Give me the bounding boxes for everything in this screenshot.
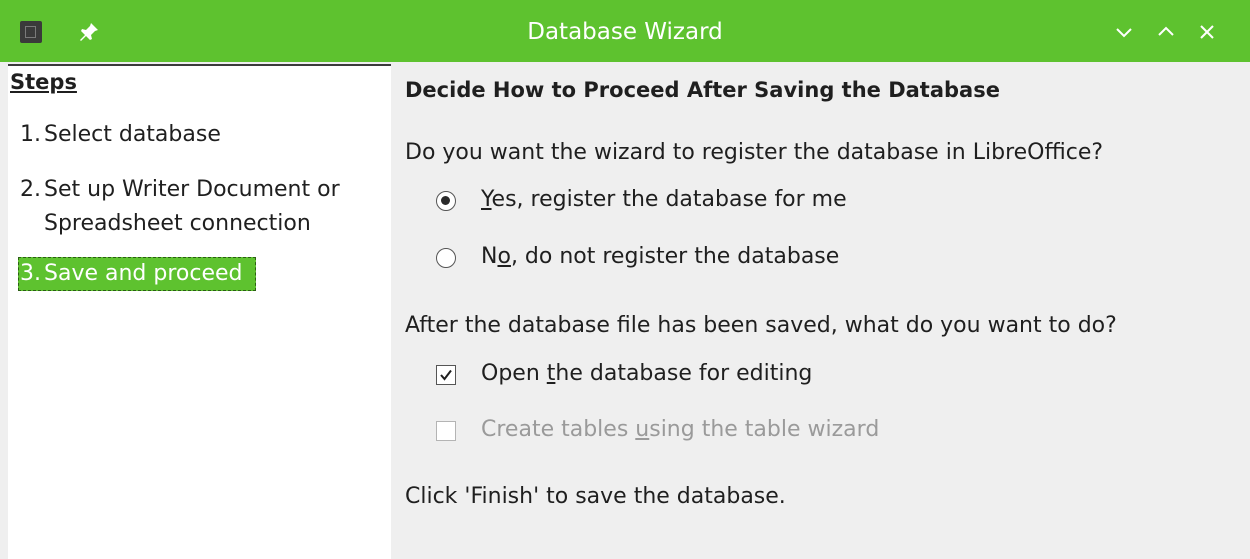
steps-title: Steps [10,70,77,94]
maximize-icon[interactable] [1154,20,1178,44]
register-question: Do you want the wizard to register the d… [405,140,1104,165]
minimize-icon[interactable] [1112,20,1136,44]
step-label: Save and proceed [44,261,243,286]
step-save-and-proceed[interactable]: 3. Save and proceed [18,257,256,291]
after-save-question: After the database file has been saved, … [405,313,1117,338]
step-setup-connection-line2[interactable]: Spreadsheet connection [44,207,311,241]
create-tables-label: Create tables using the table wizard [481,417,880,442]
finish-note: Click 'Finish' to save the database. [405,484,786,509]
step-number: 2. [20,177,41,202]
close-icon[interactable] [1195,20,1219,44]
step-select-database[interactable]: 1. Select database [20,118,221,152]
step-setup-connection[interactable]: 2. Set up Writer Document or [20,173,340,207]
title-bar: Database Wizard [0,0,1250,62]
register-no-radio[interactable] [436,248,456,268]
step-label: Select database [44,122,221,147]
open-database-checkbox[interactable] [436,365,456,385]
window-title: Database Wizard [527,19,723,45]
step-label-line1: Set up Writer Document or [44,177,340,202]
register-yes-label[interactable]: Yes, register the database for me [481,187,847,212]
step-number: 1. [20,122,41,147]
step-label-line2: Spreadsheet connection [44,211,311,236]
create-tables-checkbox [436,421,456,441]
step-number: 3. [20,261,41,286]
open-database-label[interactable]: Open the database for editing [481,361,812,386]
register-no-label[interactable]: No, do not register the database [481,244,839,269]
register-yes-radio[interactable] [436,191,456,211]
page-heading: Decide How to Proceed After Saving the D… [405,78,1000,102]
